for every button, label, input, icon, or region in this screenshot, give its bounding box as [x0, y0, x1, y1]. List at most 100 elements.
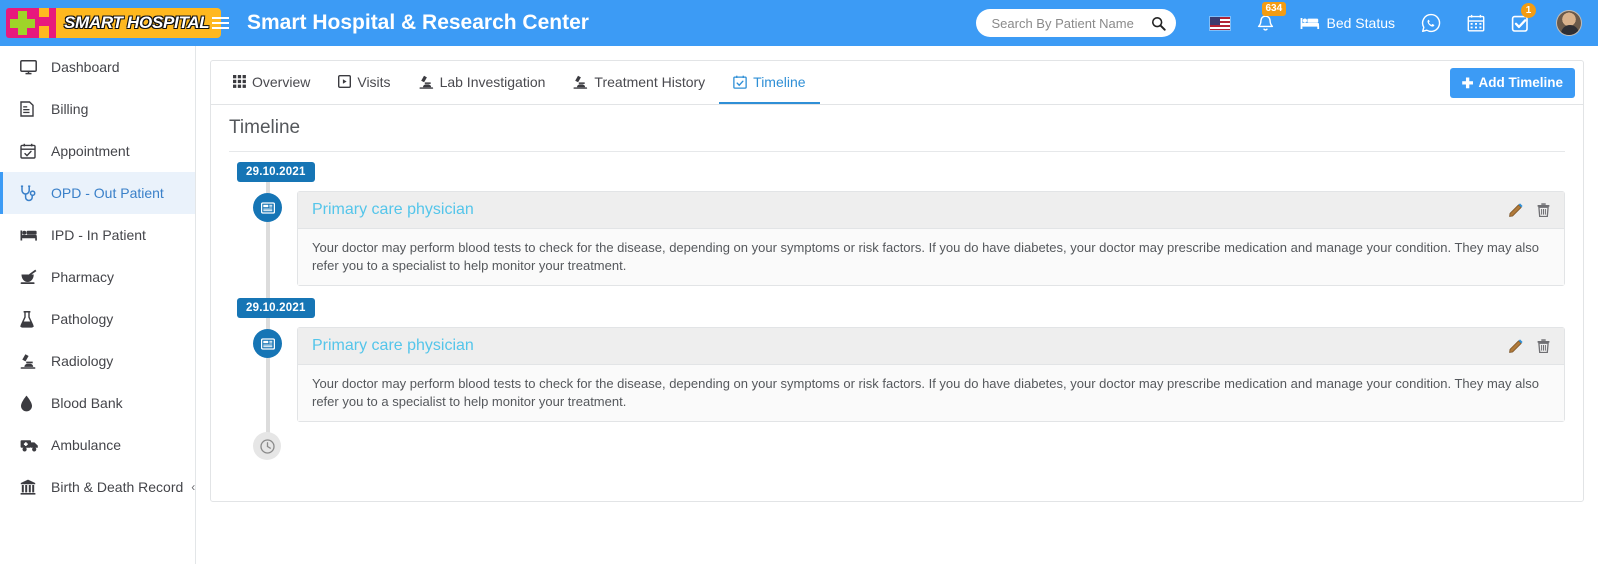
- timeline-card-body: Your doctor may perform blood tests to c…: [298, 365, 1564, 421]
- timeline-end: [229, 432, 1565, 462]
- logo-text: SMART HOSPITAL: [56, 8, 221, 38]
- main-content: Overview Visits Lab Investigation Treatm…: [196, 46, 1598, 564]
- tab-label: Visits: [357, 74, 390, 90]
- blood-drop-icon: [20, 395, 42, 412]
- trash-icon[interactable]: [1537, 203, 1550, 217]
- ambulance-icon: [20, 438, 42, 452]
- tasks-button[interactable]: 1: [1498, 0, 1543, 46]
- search-box[interactable]: [976, 9, 1176, 37]
- sidebar-item-dashboard[interactable]: Dashboard: [0, 46, 195, 88]
- sidebar-item-radiology[interactable]: Radiology: [0, 340, 195, 382]
- search-icon[interactable]: [1151, 16, 1166, 31]
- plus-icon: ✚: [1462, 76, 1474, 90]
- whatsapp-button[interactable]: [1408, 0, 1454, 46]
- microscope-icon: [573, 75, 588, 89]
- page-title: Smart Hospital & Research Center: [247, 11, 589, 35]
- timeline-card-title: Primary care physician: [312, 337, 474, 355]
- sidebar-item-ambulance[interactable]: Ambulance: [0, 424, 195, 466]
- sidebar-item-label: Blood Bank: [51, 395, 123, 411]
- panel-title: Timeline: [229, 117, 1565, 151]
- sidebar-item-pathology[interactable]: Pathology: [0, 298, 195, 340]
- bed-status-label: Bed Status: [1327, 15, 1396, 31]
- sidebar-item-label: Ambulance: [51, 437, 121, 453]
- sidebar-item-label: Billing: [51, 101, 88, 117]
- sidebar-item-pharmacy[interactable]: Pharmacy: [0, 256, 195, 298]
- tab-label: Overview: [252, 74, 310, 90]
- tab-bar: Overview Visits Lab Investigation Treatm…: [211, 61, 1583, 105]
- chevron-left-icon[interactable]: ‹: [191, 480, 195, 494]
- hospital-bed-icon: [1300, 16, 1320, 30]
- language-selector[interactable]: [1196, 0, 1244, 46]
- article-icon: [253, 329, 282, 358]
- sidebar-item-ipd-in-patient[interactable]: IPD - In Patient: [0, 214, 195, 256]
- task-count-badge: 1: [1521, 3, 1536, 18]
- notifications-button[interactable]: 634: [1244, 0, 1287, 46]
- sidebar: Dashboard Billing Appointment OPD - Out …: [0, 46, 196, 564]
- us-flag-icon: [1209, 16, 1231, 31]
- timeline-card-header: Primary care physician: [298, 192, 1564, 229]
- user-menu[interactable]: [1543, 0, 1588, 46]
- whatsapp-icon: [1421, 13, 1441, 33]
- tab-timeline[interactable]: Timeline: [719, 61, 819, 104]
- hospital-bed-icon: [20, 228, 42, 242]
- search-input[interactable]: [990, 15, 1151, 32]
- sidebar-item-billing[interactable]: Billing: [0, 88, 195, 130]
- sidebar-item-label: Pathology: [51, 311, 113, 327]
- patient-detail-card: Overview Visits Lab Investigation Treatm…: [210, 60, 1584, 502]
- sidebar-item-appointment[interactable]: Appointment: [0, 130, 195, 172]
- monitor-icon: [20, 60, 42, 75]
- timeline-card-actions: [1509, 203, 1550, 217]
- tab-label: Treatment History: [594, 74, 705, 90]
- sidebar-item-label: IPD - In Patient: [51, 227, 146, 243]
- hospital-cross-icon: [6, 8, 56, 38]
- building-icon: [20, 479, 42, 495]
- timeline-card: Primary care physician Your doctor may: [297, 327, 1565, 422]
- calendar-check-icon: [733, 75, 747, 89]
- avatar[interactable]: [1556, 10, 1582, 36]
- add-timeline-label: Add Timeline: [1478, 75, 1563, 90]
- sidebar-item-label: Radiology: [51, 353, 113, 369]
- bell-icon: [1257, 14, 1274, 33]
- timeline-list: 29.10.2021 Primary care physician: [229, 162, 1565, 462]
- sidebar-item-label: Birth & Death Record: [51, 479, 183, 495]
- timeline-item: Primary care physician Your doctor may: [229, 327, 1565, 422]
- tab-overview[interactable]: Overview: [219, 61, 324, 104]
- pencil-icon[interactable]: [1509, 203, 1523, 217]
- sidebar-item-label: OPD - Out Patient: [51, 185, 164, 201]
- bed-status-button[interactable]: Bed Status: [1287, 0, 1409, 46]
- hamburger-menu-icon[interactable]: [212, 17, 229, 29]
- microscope-icon: [20, 353, 42, 369]
- pencil-icon[interactable]: [1509, 339, 1523, 353]
- mortar-pestle-icon: [20, 269, 42, 285]
- tab-treatment-history[interactable]: Treatment History: [559, 61, 719, 104]
- timeline-card-header: Primary care physician: [298, 328, 1564, 365]
- timeline-item: Primary care physician Your doctor may: [229, 191, 1565, 286]
- calendar-icon: [1467, 14, 1485, 32]
- play-box-icon: [338, 75, 351, 88]
- flask-icon: [20, 311, 42, 328]
- topbar-actions: 634 Bed Status: [976, 0, 1598, 46]
- notification-count-badge: 634: [1262, 2, 1287, 16]
- timeline-card-body: Your doctor may perform blood tests to c…: [298, 229, 1564, 285]
- timeline-date-badge: 29.10.2021: [237, 298, 315, 318]
- sidebar-item-label: Appointment: [51, 143, 130, 159]
- trash-icon[interactable]: [1537, 339, 1550, 353]
- divider: [229, 151, 1565, 152]
- clock-icon: [253, 432, 281, 460]
- invoice-icon: [20, 101, 42, 117]
- sidebar-item-opd-out-patient[interactable]: OPD - Out Patient: [0, 172, 195, 214]
- sidebar-item-front-office[interactable]: Birth & Death Record ‹: [0, 466, 195, 508]
- add-timeline-button[interactable]: ✚ Add Timeline: [1450, 68, 1575, 98]
- calendar-button[interactable]: [1454, 0, 1498, 46]
- tab-lab-investigation[interactable]: Lab Investigation: [405, 61, 560, 104]
- top-navbar: SMART HOSPITAL Smart Hospital & Research…: [0, 0, 1598, 46]
- sidebar-item-blood-bank[interactable]: Blood Bank: [0, 382, 195, 424]
- timeline-card: Primary care physician Your doctor may: [297, 191, 1565, 286]
- sidebar-item-label: Dashboard: [51, 59, 120, 75]
- brand-logo[interactable]: SMART HOSPITAL: [0, 0, 196, 46]
- stethoscope-icon: [20, 185, 42, 202]
- tab-label: Lab Investigation: [440, 74, 546, 90]
- tab-visits[interactable]: Visits: [324, 61, 404, 104]
- timeline-card-actions: [1509, 339, 1550, 353]
- timeline-card-title: Primary care physician: [312, 201, 474, 219]
